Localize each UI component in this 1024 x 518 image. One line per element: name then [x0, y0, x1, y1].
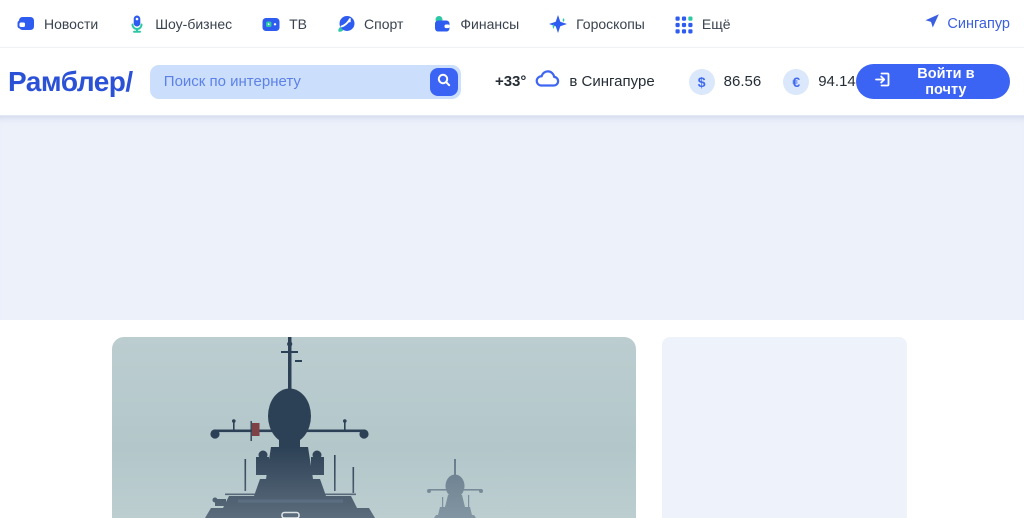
- topnav-label: Шоу-бизнес: [155, 15, 233, 32]
- microphone-icon: [127, 14, 147, 34]
- cloud-icon: [534, 70, 561, 93]
- search-icon: [436, 72, 452, 91]
- location-selector[interactable]: Сингапур: [924, 13, 1010, 34]
- search-input[interactable]: [149, 64, 461, 99]
- topnav-label: Ещё: [701, 15, 731, 32]
- location-label: Сингапур: [947, 15, 1010, 32]
- wallet-icon: [432, 14, 452, 34]
- main-content: [0, 320, 1024, 518]
- topnav-label: Новости: [44, 15, 99, 32]
- topnav-label: Гороскопы: [576, 15, 645, 32]
- tv-icon: [261, 14, 281, 34]
- news-icon: [16, 14, 36, 34]
- ad-banner-placeholder: [0, 115, 1024, 320]
- topnav-label: Спорт: [364, 15, 404, 32]
- euro-icon: €: [783, 68, 810, 95]
- article-image-warships[interactable]: [112, 337, 636, 518]
- top-nav: Новости Шоу-бизнес ТВ Спорт Финансы Горо…: [0, 0, 1024, 48]
- topnav-item-more[interactable]: Ещё: [674, 14, 731, 34]
- currency-rates: $ 86.56 € 94.14: [688, 68, 856, 95]
- star-icon: [548, 14, 568, 34]
- search-button[interactable]: [429, 67, 458, 96]
- weather-location: в Сингапуре: [569, 73, 655, 90]
- header: Рамблер/ +33° в Сингапуре $ 86.56 €: [0, 48, 1024, 115]
- topnav-item-sport[interactable]: Спорт: [336, 14, 403, 34]
- topnav-item-showbiz[interactable]: Шоу-бизнес: [127, 14, 232, 34]
- topnav-item-news[interactable]: Новости: [16, 14, 98, 34]
- weather-temp: +33°: [494, 73, 527, 90]
- usd-rate[interactable]: $ 86.56: [688, 68, 762, 95]
- topnav-label: Финансы: [460, 15, 520, 32]
- ball-icon: [336, 14, 356, 34]
- rambler-logo[interactable]: Рамблер/: [8, 66, 150, 98]
- login-label: Войти в почту: [917, 65, 975, 98]
- eur-value: 94.14: [818, 73, 856, 90]
- eur-rate[interactable]: € 94.14: [783, 68, 856, 95]
- location-arrow-icon: [924, 13, 940, 34]
- weather-widget[interactable]: +33° в Сингапуре: [495, 70, 655, 93]
- topnav-item-finance[interactable]: Финансы: [432, 14, 519, 34]
- topnav-item-horoscope[interactable]: Гороскопы: [548, 14, 645, 34]
- topnav-label: ТВ: [289, 15, 307, 32]
- dollar-icon: $: [688, 68, 715, 95]
- sidebar-card-placeholder: [662, 337, 907, 518]
- login-icon: [874, 71, 891, 92]
- usd-value: 86.56: [723, 73, 762, 90]
- grid-icon: [674, 14, 694, 34]
- search-bar: [149, 64, 461, 99]
- login-mail-button[interactable]: Войти в почту: [855, 64, 1011, 99]
- topnav-item-tv[interactable]: ТВ: [261, 14, 307, 34]
